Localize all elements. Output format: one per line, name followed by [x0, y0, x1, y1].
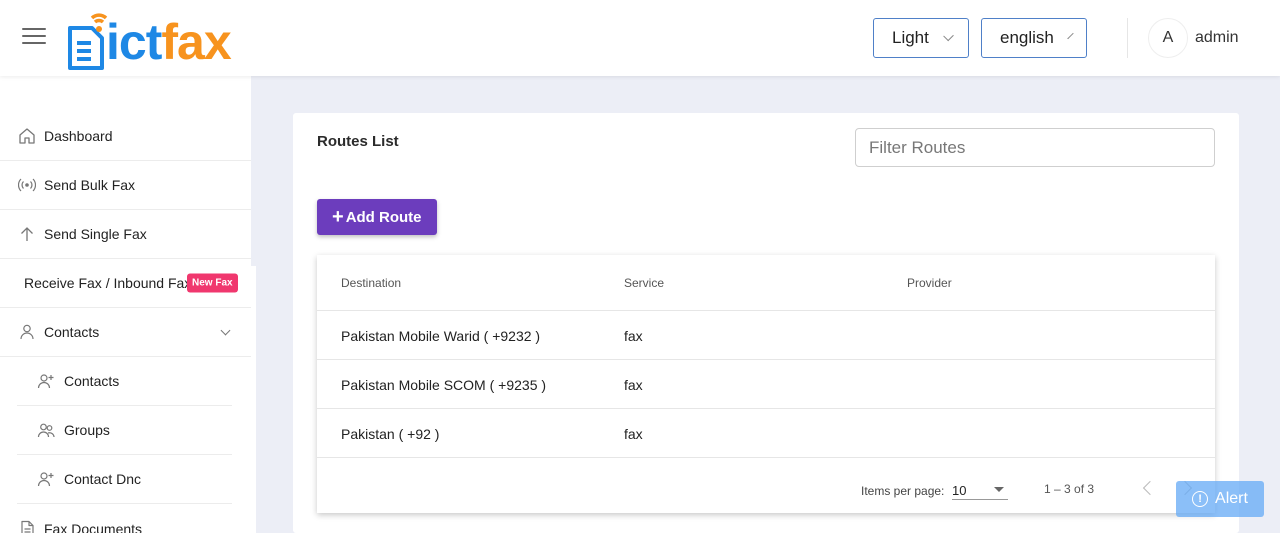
routes-card: Routes List + Add Route Destination Serv… — [293, 113, 1239, 533]
cell-destination: Pakistan Mobile SCOM ( +9235 ) — [341, 377, 547, 393]
header-divider — [1127, 18, 1128, 58]
alert-label: Alert — [1215, 490, 1248, 507]
new-fax-badge: New Fax — [187, 273, 238, 293]
column-header-provider[interactable]: Provider — [907, 276, 952, 290]
sidebar-item-contacts[interactable]: Contacts — [17, 357, 232, 406]
avatar[interactable]: A — [1148, 18, 1188, 58]
sidebar-item-contact-dnc[interactable]: Contact Dnc — [17, 455, 232, 504]
brand-wordmark: ictfax — [106, 14, 232, 70]
items-per-page-label: Items per page: — [861, 484, 945, 498]
sidebar-item-groups[interactable]: Groups — [17, 406, 232, 455]
routes-table: Destination Service Provider Pakistan Mo… — [317, 255, 1215, 513]
person-add-icon — [37, 374, 54, 389]
alert-button[interactable]: ! Alert — [1176, 481, 1264, 517]
broadcast-icon — [18, 178, 36, 192]
caret-down-icon — [994, 487, 1004, 492]
sidebar-edge — [251, 76, 256, 266]
column-header-destination[interactable]: Destination — [341, 276, 401, 290]
username-label[interactable]: admin — [1195, 29, 1239, 47]
fax-document-logo-icon — [68, 13, 108, 70]
language-select-value: english — [1000, 28, 1054, 47]
table-row[interactable]: Pakistan Mobile Warid ( +9232 ) fax — [317, 311, 1215, 360]
chevron-down-icon — [943, 30, 954, 42]
page-title: Routes List — [317, 133, 399, 150]
sidebar-item-send-bulk-fax[interactable]: Send Bulk Fax — [0, 161, 251, 210]
page-size-value: 10 — [952, 483, 967, 498]
menu-toggle-icon[interactable] — [22, 28, 46, 46]
cell-service: fax — [624, 426, 643, 442]
brand-logo[interactable]: ictfax — [66, 8, 276, 70]
theme-select[interactable]: Light — [873, 18, 969, 58]
person-add-icon — [37, 472, 54, 487]
sidebar-item-label: Dashboard — [44, 128, 113, 144]
group-icon — [37, 423, 55, 438]
filter-routes-input[interactable] — [855, 128, 1215, 167]
table-row[interactable]: Pakistan ( +92 ) fax — [317, 409, 1215, 458]
previous-page-icon[interactable] — [1142, 480, 1158, 496]
home-icon — [19, 128, 35, 144]
sidebar-item-contacts-group[interactable]: Contacts — [0, 308, 251, 357]
chevron-down-icon — [1067, 32, 1074, 40]
chevron-down-icon[interactable] — [220, 325, 231, 336]
document-icon — [21, 520, 34, 533]
sidebar-item-send-single-fax[interactable]: Send Single Fax — [0, 210, 251, 259]
sidebar-item-fax-documents[interactable]: Fax Documents — [0, 504, 251, 533]
language-select[interactable]: english — [981, 18, 1087, 58]
top-header: ictfax Light english A admin — [0, 0, 1280, 76]
column-header-service[interactable]: Service — [624, 276, 664, 290]
sidebar-item-label: Fax Documents — [44, 520, 143, 533]
cell-service: fax — [624, 328, 643, 344]
cell-service: fax — [624, 377, 643, 393]
paginator: Items per page: 10 1 – 3 of 3 — [317, 458, 1215, 513]
table-row[interactable]: Pakistan Mobile SCOM ( +9235 ) fax — [317, 360, 1215, 409]
cell-destination: Pakistan Mobile Warid ( +9232 ) — [341, 328, 541, 344]
sidebar-item-label: Groups — [64, 422, 110, 438]
theme-select-value: Light — [892, 28, 929, 47]
sidebar-item-label: Contact Dnc — [64, 471, 142, 487]
sidebar-item-label: Send Single Fax — [44, 226, 147, 242]
sidebar-item-label: Contacts — [64, 373, 120, 389]
plus-icon: + — [332, 206, 344, 228]
cell-destination: Pakistan ( +92 ) — [341, 426, 440, 442]
person-icon — [20, 324, 34, 340]
info-icon: ! — [1192, 491, 1209, 507]
sidebar-item-label: Send Bulk Fax — [44, 177, 136, 193]
page-size-select[interactable]: 10 — [952, 480, 1008, 500]
table-header: Destination Service Provider — [317, 255, 1215, 311]
add-route-label: Add Route — [345, 208, 422, 226]
page-range-label: 1 – 3 of 3 — [1044, 482, 1095, 496]
add-route-button[interactable]: + Add Route — [317, 199, 437, 235]
sidebar: Dashboard Send Bulk Fax Send Single Fax … — [0, 76, 256, 533]
sidebar-item-dashboard[interactable]: Dashboard — [0, 112, 251, 161]
sidebar-item-label: Contacts — [44, 324, 100, 340]
sidebar-item-label: Receive Fax / Inbound Fax — [24, 275, 192, 291]
arrow-up-icon — [21, 227, 33, 241]
sidebar-item-receive-fax[interactable]: Receive Fax / Inbound Fax New Fax — [0, 259, 251, 308]
